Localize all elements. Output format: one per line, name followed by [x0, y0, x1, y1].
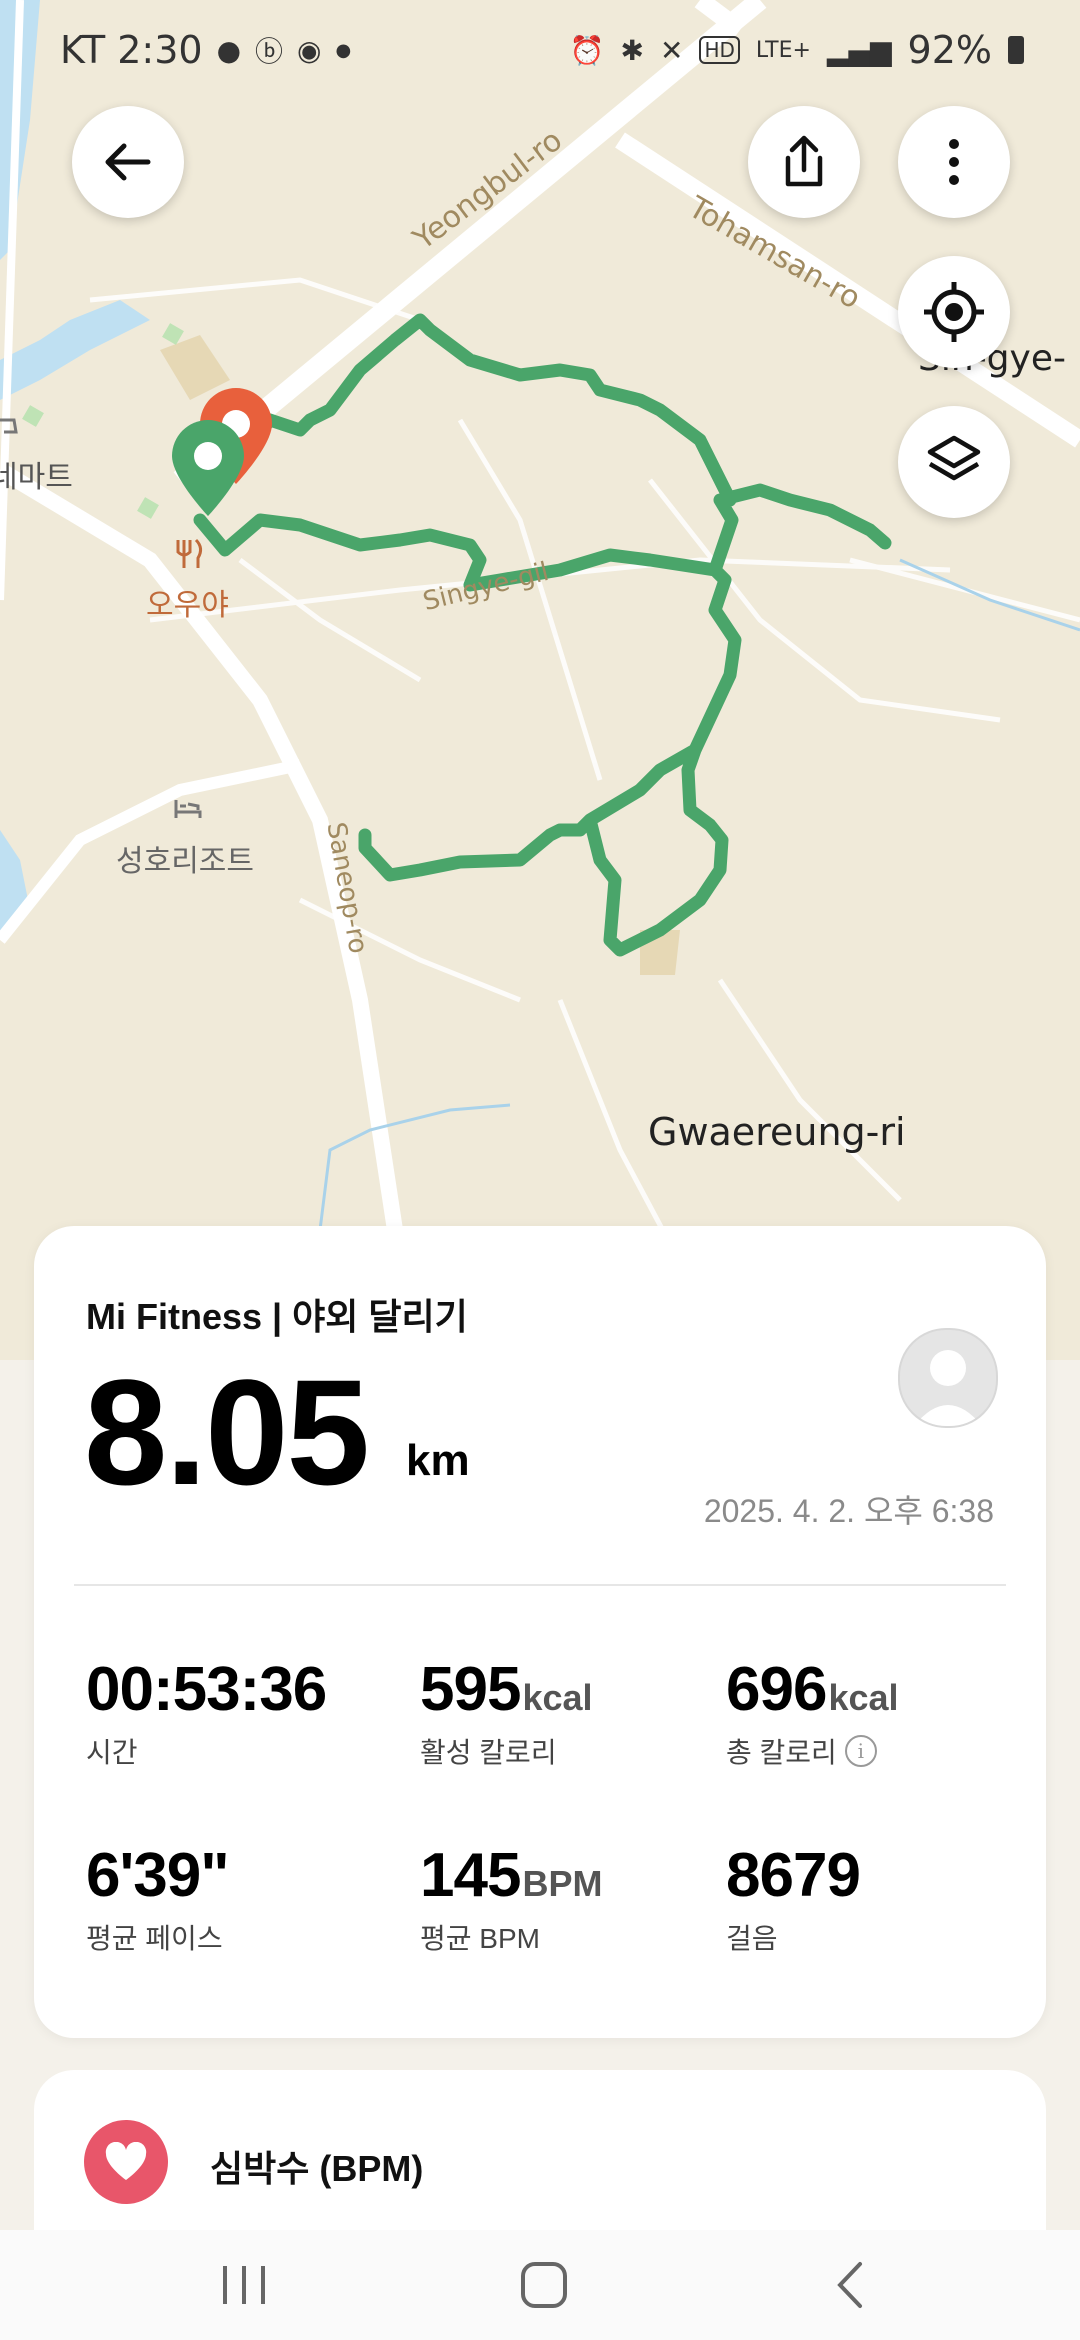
network-icon: LTE+	[755, 37, 811, 63]
mute-icon: ✕	[660, 33, 684, 67]
heart-rate-title: 심박수 (BPM)	[210, 2148, 424, 2189]
user-icon	[914, 1350, 982, 1426]
stat-value: 00:53:36	[86, 1655, 327, 1724]
back-button[interactable]	[72, 106, 184, 218]
chevron-left-icon	[837, 2262, 862, 2308]
stat-avg-bpm: 145BPM 평균 BPM	[420, 1840, 602, 1957]
stat-steps: 8679 걸음	[726, 1840, 861, 1957]
target-icon	[924, 282, 984, 342]
place-label: Gwaereung-ri	[648, 1110, 906, 1154]
stat-label: 평균 BPM	[420, 1923, 540, 1954]
recent-apps-button[interactable]	[184, 2250, 304, 2320]
distance-unit: km	[406, 1436, 470, 1485]
hd-icon: HD	[699, 36, 740, 64]
system-nav-bar	[0, 2230, 1080, 2340]
home-icon	[521, 2262, 567, 2308]
place-label: 네마트	[0, 460, 73, 495]
stat-duration: 00:53:36 시간	[86, 1654, 327, 1771]
stat-active-calories: 595kcal 활성 칼로리	[420, 1654, 593, 1771]
share-button[interactable]	[748, 106, 860, 218]
back-nav-button[interactable]	[790, 2250, 910, 2320]
stat-avg-pace: 6'39" 평균 페이스	[86, 1840, 230, 1957]
stat-label: 총 칼로리	[726, 1737, 837, 1768]
heart-icon	[84, 2120, 168, 2204]
workout-datetime: 2025. 4. 2. 오후 6:38	[703, 1493, 994, 1529]
stat-unit: kcal	[522, 1677, 593, 1718]
layers-icon	[927, 435, 981, 481]
divider	[74, 1584, 1006, 1586]
stat-value: 6'39"	[86, 1841, 230, 1910]
workout-summary-card: Mi Fitness | 야외 달리기 8.05 km 2025. 4. 2. …	[34, 1226, 1046, 2038]
stat-unit: kcal	[828, 1677, 899, 1718]
arrow-left-icon	[105, 143, 151, 181]
stat-unit: BPM	[522, 1863, 603, 1904]
stat-label: 걸음	[726, 1923, 778, 1954]
battery-text: 92%	[907, 28, 992, 72]
place-label: 성호리조트	[116, 844, 254, 879]
stat-value: 145	[420, 1841, 521, 1910]
heart-rate-section[interactable]: 심박수 (BPM)	[34, 2070, 1046, 2230]
stat-value: 595	[420, 1655, 521, 1724]
status-bar: KT 2:30 ● ⓑ ◉ ● ⏰ ✱ ✕ HD LTE+ ▂▄▆ 92%	[0, 0, 1080, 100]
chat-icon: ●	[216, 33, 242, 67]
my-location-button[interactable]	[898, 256, 1010, 368]
stat-value: 8679	[726, 1841, 861, 1910]
workout-source: Mi Fitness | 야외 달리기	[86, 1296, 468, 1337]
home-button[interactable]	[484, 2250, 604, 2320]
share-icon	[785, 135, 823, 187]
app-icon: ◉	[297, 33, 322, 67]
stat-value: 696	[726, 1655, 827, 1724]
stat-label: 활성 칼로리	[420, 1737, 557, 1768]
carrier-time: KT 2:30	[60, 28, 203, 72]
bluetooth-icon: ✱	[620, 33, 644, 67]
dot-icon: ●	[335, 39, 352, 61]
stat-label: 평균 페이스	[86, 1923, 223, 1954]
battery-icon	[1008, 36, 1024, 64]
alarm-icon: ⏰	[569, 33, 605, 67]
signal-icon: ▂▄▆	[826, 33, 892, 67]
place-label: 오우야	[146, 588, 229, 623]
more-options-button[interactable]	[898, 106, 1010, 218]
stat-total-calories: 696kcal 총 칼로리 i	[726, 1654, 899, 1771]
avatar[interactable]	[898, 1328, 998, 1428]
b-app-icon: ⓑ	[255, 35, 284, 68]
info-icon[interactable]: i	[844, 1735, 877, 1767]
stat-label: 시간	[86, 1737, 138, 1768]
map-layers-button[interactable]	[898, 406, 1010, 518]
more-vertical-icon	[949, 139, 959, 185]
recent-apps-icon	[223, 2266, 265, 2304]
distance-value: 8.05	[84, 1348, 370, 1516]
start-pin-icon[interactable]	[168, 420, 248, 520]
